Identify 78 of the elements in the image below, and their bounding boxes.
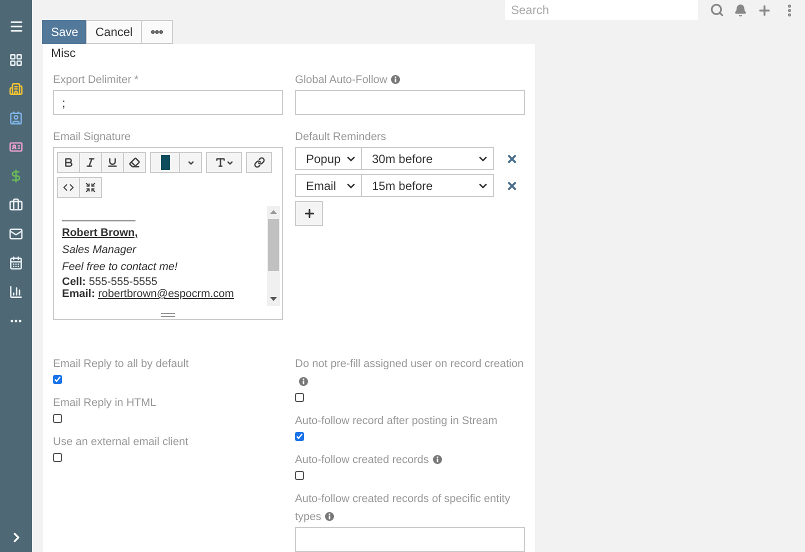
resize-handle[interactable] [161, 312, 175, 318]
cancel-button[interactable]: Cancel [86, 20, 142, 44]
text-size-icon [214, 157, 226, 168]
field-label: Email Signature [53, 131, 131, 143]
menu-icon [8, 19, 24, 34]
checkbox-label: Auto-follow record after posting in Stream [295, 415, 498, 427]
bold-button[interactable] [57, 152, 80, 173]
reminder-time-select[interactable]: 30m before [361, 147, 494, 170]
color-dropdown-button[interactable] [179, 152, 202, 173]
checkbox-label: Email Reply in HTML [53, 397, 156, 409]
caret-icon [226, 158, 234, 166]
id-card-icon [9, 140, 23, 154]
checkbox[interactable] [295, 432, 304, 441]
checkbox[interactable] [295, 393, 304, 402]
panel-title: Misc [50, 45, 77, 62]
close-icon [506, 152, 518, 164]
caret-icon [186, 158, 194, 166]
checkbox-label: Do not pre-fill assigned user on record creation [295, 358, 524, 388]
plus-icon[interactable] [757, 2, 772, 18]
add-button[interactable] [295, 201, 323, 226]
checkbox[interactable] [53, 453, 62, 462]
entity-types-field[interactable] [295, 527, 525, 552]
global-auto-follow-field[interactable] [295, 90, 525, 115]
checkbox[interactable] [295, 471, 304, 480]
plus-icon [302, 207, 316, 220]
remove-button[interactable] [506, 152, 518, 164]
link-button[interactable] [246, 152, 272, 173]
code-button[interactable] [57, 177, 80, 198]
calendar-icon [9, 256, 23, 270]
reminder-time-select[interactable]: 15m before [361, 174, 494, 197]
italic-icon [85, 157, 96, 168]
fullscreen-button[interactable] [79, 177, 102, 198]
signature-line: Sales Manager [62, 243, 138, 258]
dollar-icon [9, 168, 23, 182]
save-button[interactable]: Save [42, 20, 88, 44]
bold-icon [63, 157, 74, 168]
reminder-type-select[interactable]: Email [295, 174, 362, 197]
checkbox-label: Auto-follow created records [295, 454, 442, 466]
field-label: Default Reminders [295, 131, 386, 143]
field-label: Global Auto-Follow [295, 74, 400, 86]
link-icon [254, 157, 264, 168]
checkbox-label: Auto-follow created records of specific entity types [295, 493, 510, 523]
bar-chart-icon [9, 284, 23, 298]
checkbox[interactable] [53, 414, 62, 423]
checkbox[interactable] [53, 375, 62, 384]
signature-line: Cell: 555-555-5555 [62, 276, 158, 288]
search-icon[interactable] [710, 3, 724, 17]
envelope-icon [9, 226, 23, 240]
color-button[interactable] [150, 152, 180, 173]
close-icon [506, 180, 518, 192]
underline-button[interactable] [101, 152, 124, 173]
signature-line: Feel free to contact me! [62, 260, 179, 275]
remove-button[interactable] [506, 180, 518, 192]
reminder-type-select[interactable]: Popup [295, 147, 362, 170]
scrollbar[interactable] [267, 206, 280, 306]
code-icon [63, 182, 74, 193]
contact-icon [9, 110, 23, 124]
color-swatch [160, 155, 170, 170]
briefcase-icon [9, 198, 23, 212]
font-size-button[interactable] [206, 152, 242, 173]
search-field[interactable]: Search [505, 0, 698, 20]
underline-icon [107, 157, 118, 168]
more-button[interactable] [140, 20, 173, 44]
signature-line: ____________ [62, 209, 136, 224]
checkbox-label: Use an external email client [53, 436, 188, 448]
dashboard-icon [9, 52, 23, 66]
italic-button[interactable] [79, 152, 102, 173]
bell-icon[interactable] [734, 4, 747, 16]
signature-line: Robert Brown, [62, 226, 139, 241]
signature-editor[interactable]: ____________ Robert Brown, Sales Manager Feel free to contact me! Cell: 555-555-5555 Email: robertbrown@espocrm.com [53, 147, 283, 320]
shrink-icon [85, 182, 96, 193]
building-icon [9, 82, 23, 96]
export-delimiter-field[interactable]: ; [53, 90, 283, 115]
eraser-icon [129, 157, 140, 168]
signature-line: Email: robertbrown@espocrm.com [62, 288, 235, 300]
field-label: Export Delimiter * [53, 74, 139, 86]
checkbox-label: Email Reply to all by default [53, 358, 189, 370]
eraser-button[interactable] [123, 152, 146, 173]
